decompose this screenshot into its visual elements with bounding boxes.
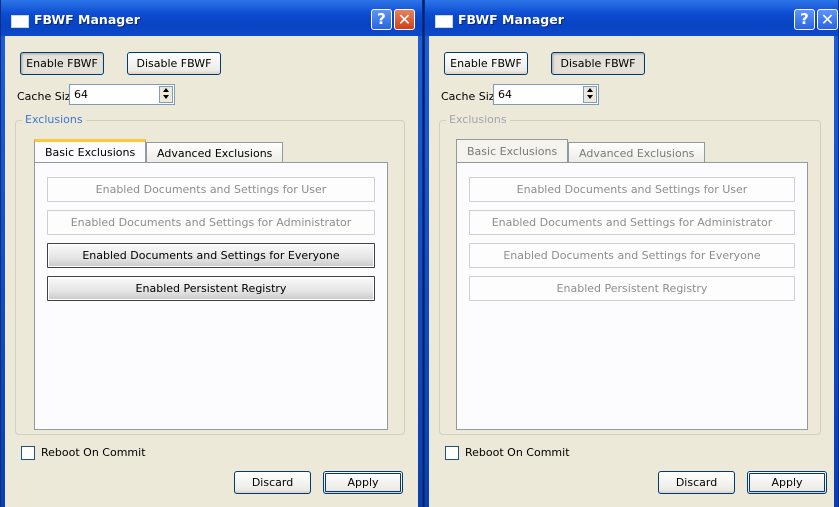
exclusions-group: Exclusions Basic Exclusions Advanced Exc… (15, 113, 405, 435)
spin-down-arrow-icon[interactable] (584, 94, 596, 101)
title-bar[interactable]: FBWF Manager ? ✕ (1, 0, 422, 36)
cache-size-value[interactable]: 64 (498, 88, 512, 101)
exclusion-toggle-everyone[interactable]: Enabled Documents and Settings for Every… (47, 243, 375, 268)
cache-size-spinbox[interactable]: 64 (69, 84, 175, 105)
basic-exclusions-panel: Enabled Documents and Settings for User … (456, 162, 808, 430)
exclusion-toggle-user[interactable]: Enabled Documents and Settings for User (47, 177, 375, 202)
window-title: FBWF Manager (34, 12, 140, 27)
tab-advanced-exclusions[interactable]: Advanced Exclusions (568, 142, 706, 163)
exclusions-group-label: Exclusions (446, 113, 510, 126)
app-icon (435, 15, 453, 28)
exclusion-toggle-everyone[interactable]: Enabled Documents and Settings for Every… (469, 243, 795, 268)
exclusions-group: Exclusions Basic Exclusions Advanced Exc… (439, 113, 821, 435)
exclusion-toggle-administrator[interactable]: Enabled Documents and Settings for Admin… (469, 210, 795, 235)
disable-fbwf-button[interactable]: Disable FBWF (127, 52, 221, 75)
enable-fbwf-button[interactable]: Enable FBWF (20, 52, 104, 75)
discard-button[interactable]: Discard (658, 471, 735, 494)
title-bar[interactable]: FBWF Manager ? ✕ (425, 0, 838, 36)
reboot-on-commit-label: Reboot On Commit (41, 446, 146, 459)
fbwf-manager-window-enabled: FBWF Manager ? ✕ Enable FBWF Disable FBW… (0, 0, 423, 507)
spin-buttons (583, 86, 597, 103)
fbwf-manager-window-disabled: FBWF Manager ? ✕ Enable FBWF Disable FBW… (424, 0, 839, 507)
dialog-body: Enable FBWF Disable FBWF Cache Size 64 E… (429, 36, 834, 507)
apply-button[interactable]: Apply (323, 471, 403, 494)
tab-basic-exclusions[interactable]: Basic Exclusions (34, 139, 147, 162)
help-button[interactable]: ? (371, 9, 392, 30)
spin-buttons (159, 86, 173, 103)
cache-size-value[interactable]: 64 (74, 88, 88, 101)
exclusion-toggle-administrator[interactable]: Enabled Documents and Settings for Admin… (47, 210, 375, 235)
reboot-on-commit-checkbox[interactable] (21, 446, 35, 460)
apply-button[interactable]: Apply (747, 471, 827, 494)
exclusions-group-label: Exclusions (22, 113, 86, 126)
dialog-body: Enable FBWF Disable FBWF Cache Size 64 E… (5, 36, 418, 507)
exclusion-toggle-persistent-registry[interactable]: Enabled Persistent Registry (47, 276, 375, 301)
help-button[interactable]: ? (794, 9, 815, 30)
tab-advanced-exclusions[interactable]: Advanced Exclusions (146, 142, 284, 163)
reboot-on-commit-label: Reboot On Commit (465, 446, 570, 459)
spin-up-arrow-icon[interactable] (160, 87, 172, 94)
spin-up-arrow-icon[interactable] (584, 87, 596, 94)
basic-exclusions-panel: Enabled Documents and Settings for User … (34, 162, 388, 430)
app-icon (11, 15, 29, 28)
exclusion-toggle-persistent-registry[interactable]: Enabled Persistent Registry (469, 276, 795, 301)
spin-down-arrow-icon[interactable] (160, 94, 172, 101)
close-button[interactable]: ✕ (394, 9, 415, 30)
reboot-on-commit-checkbox[interactable] (445, 446, 459, 460)
close-button[interactable]: ✕ (817, 9, 838, 30)
window-title: FBWF Manager (458, 12, 564, 27)
tab-basic-exclusions[interactable]: Basic Exclusions (456, 139, 569, 162)
enable-fbwf-button[interactable]: Enable FBWF (444, 52, 528, 75)
disable-fbwf-button[interactable]: Disable FBWF (551, 52, 645, 75)
cache-size-spinbox[interactable]: 64 (493, 84, 599, 105)
discard-button[interactable]: Discard (234, 471, 311, 494)
exclusion-toggle-user[interactable]: Enabled Documents and Settings for User (469, 177, 795, 202)
